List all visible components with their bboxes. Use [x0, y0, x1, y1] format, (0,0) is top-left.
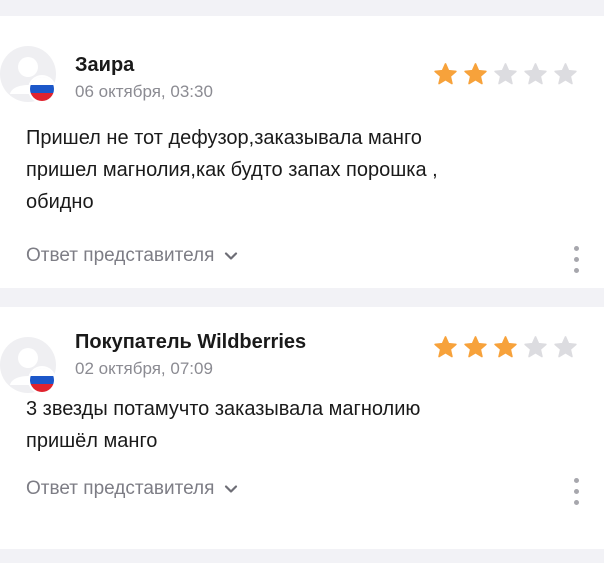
star-empty-icon — [554, 63, 577, 85]
star-empty-icon — [554, 336, 577, 358]
more-vertical-icon[interactable] — [574, 478, 580, 505]
review-author: Покупатель Wildberries — [75, 331, 307, 353]
review-card: Заира 06 октября, 03:30 Пришел не тот де… — [0, 16, 604, 288]
review-text-line: Пришел не тот дефузор,заказывала манго — [26, 127, 422, 149]
avatar — [0, 46, 56, 102]
seller-reply-toggle[interactable]: Ответ представителя — [26, 478, 238, 500]
rating-stars — [433, 335, 578, 360]
chevron-down-icon — [225, 252, 238, 260]
review-text-line: 3 звезды потамучто заказывала магнолию — [26, 398, 421, 420]
star-empty-icon — [524, 336, 547, 358]
review-card: Покупатель Wildberries 02 октября, 07:09… — [0, 307, 604, 549]
rating-stars — [433, 62, 578, 87]
seller-reply-toggle[interactable]: Ответ представителя — [26, 245, 238, 267]
review-text: 3 звезды потамучто заказывала магнолию п… — [26, 393, 584, 457]
review-date: 06 октября, 03:30 — [75, 82, 213, 101]
avatar — [0, 337, 56, 393]
reply-label: Ответ представителя — [26, 478, 215, 499]
review-text-line: обидно — [26, 191, 94, 213]
star-empty-icon — [494, 63, 517, 85]
russia-flag-icon — [30, 368, 54, 392]
russia-flag-icon — [30, 77, 54, 101]
review-author: Заира — [75, 54, 135, 76]
star-filled-icon — [464, 63, 487, 85]
review-text: Пришел не тот дефузор,заказывала манго п… — [26, 122, 584, 218]
review-text-line: пришёл манго — [26, 430, 158, 452]
more-vertical-icon[interactable] — [574, 246, 580, 273]
star-filled-icon — [494, 336, 517, 358]
review-date: 02 октября, 07:09 — [75, 359, 213, 378]
star-filled-icon — [464, 336, 487, 358]
review-text-line: пришел магнолия,как будто запах порошка … — [26, 159, 438, 181]
top-spacer — [0, 0, 604, 16]
star-empty-icon — [524, 63, 547, 85]
star-filled-icon — [434, 336, 457, 358]
star-filled-icon — [434, 63, 457, 85]
chevron-down-icon — [225, 485, 238, 493]
reply-label: Ответ представителя — [26, 245, 215, 266]
